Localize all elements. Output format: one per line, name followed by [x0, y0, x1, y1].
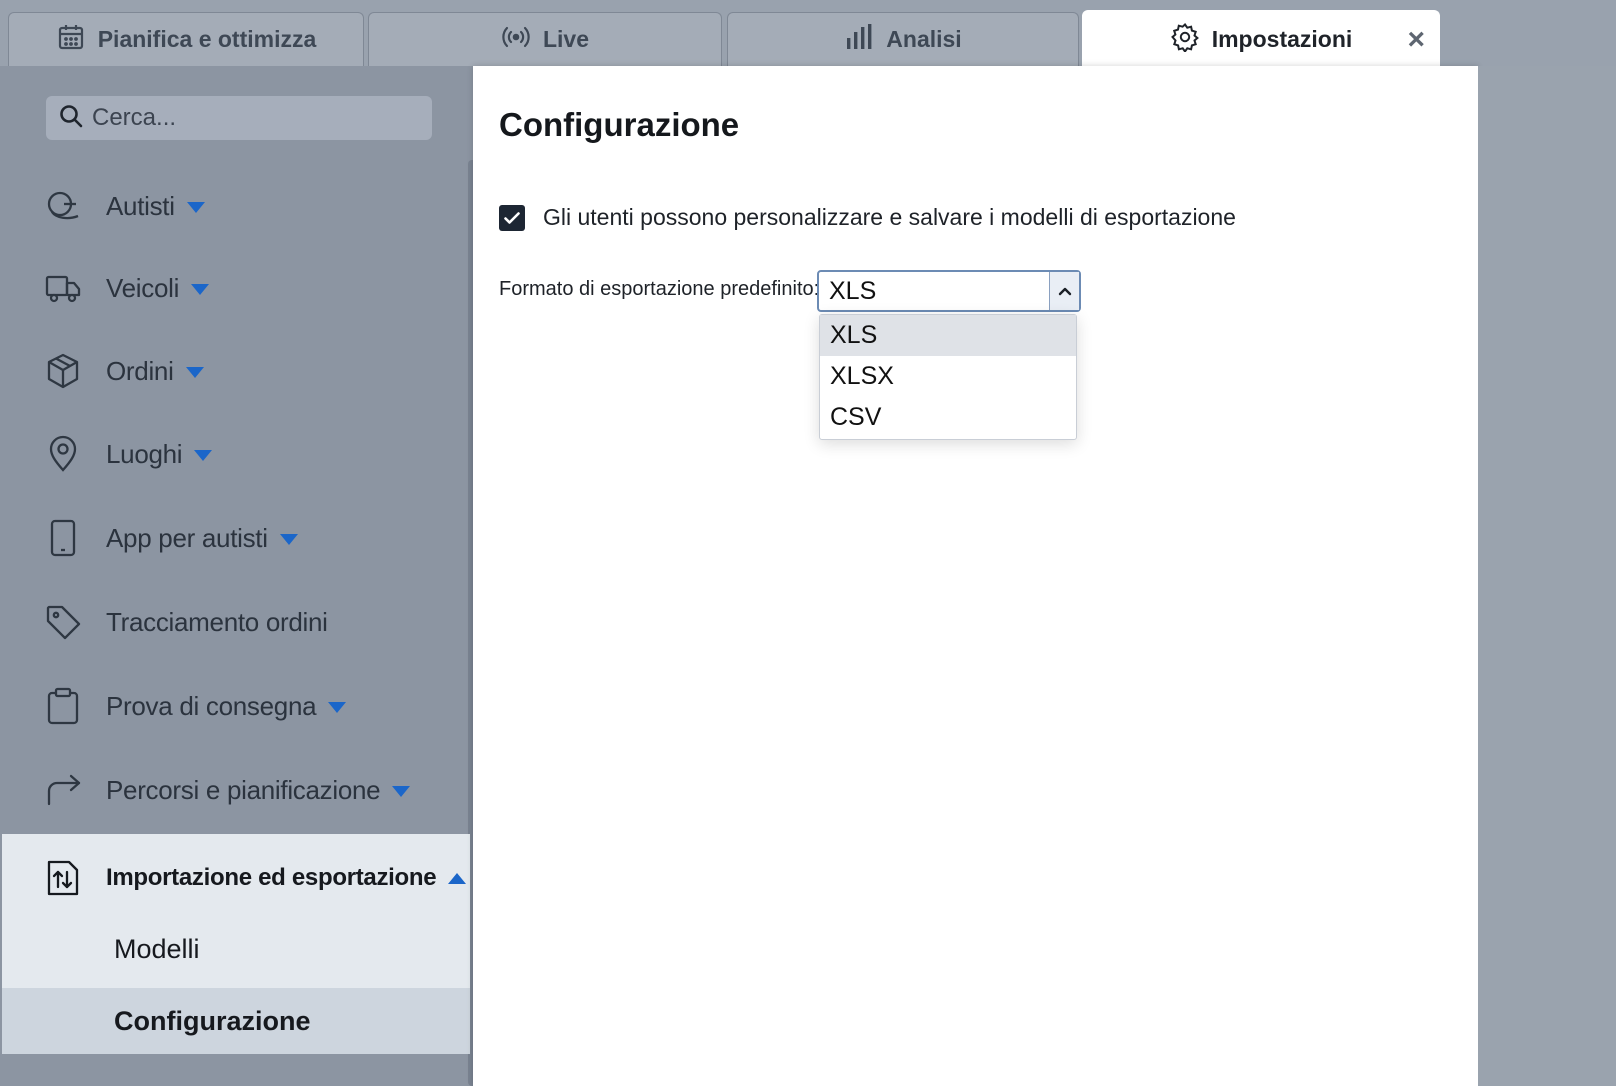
sidebar-item-label: Ordini [106, 355, 174, 386]
chevron-down-icon [185, 367, 204, 379]
export-format-label: Formato di esportazione predefinito: [499, 278, 820, 300]
sidebar-item-app-per-autisti[interactable]: App per autisti [0, 508, 470, 568]
sidebar-item-importazione-esportazione[interactable]: Importazione ed esportazione [0, 848, 470, 908]
custom-templates-option: Gli utenti possono personalizzare e salv… [499, 204, 1236, 231]
dropdown-option-csv[interactable]: CSV [820, 397, 1076, 438]
mobile-icon [44, 519, 82, 557]
sidebar-subitem-configurazione[interactable]: Configurazione [2, 988, 470, 1054]
broadcast-icon [501, 22, 531, 58]
tag-icon [44, 603, 82, 641]
chevron-up-icon [448, 873, 467, 885]
tab-label: Analisi [886, 26, 962, 52]
close-tab-button[interactable]: × [1407, 25, 1425, 55]
sidebar-item-label: App per autisti [106, 522, 268, 553]
calendar-icon [56, 22, 86, 58]
export-format-value: XLS [829, 276, 877, 305]
custom-templates-checkbox[interactable] [499, 204, 525, 231]
chevron-down-icon [328, 702, 347, 714]
sidebar-item-label: Percorsi e pianificazione [106, 774, 381, 805]
clipboard-icon [44, 687, 82, 725]
sidebar-item-label: Autisti [106, 190, 175, 221]
export-format-select[interactable]: XLS [817, 270, 1081, 312]
tab-label: Pianifica e ottimizza [97, 26, 317, 52]
page-title: Configurazione [499, 106, 740, 143]
sidebar-item-tracciamento-ordini[interactable]: Tracciamento ordini [0, 592, 470, 652]
background-area [1478, 66, 1616, 1086]
dropdown-toggle[interactable] [1049, 272, 1079, 310]
tab-label: Live [542, 26, 590, 52]
sidebar-item-label: Tracciamento ordini [106, 606, 328, 637]
sidebar-item-label: Importazione ed esportazione [106, 864, 437, 891]
sidebar-item-ordini[interactable]: Ordini [0, 341, 470, 401]
tab-label: Impostazioni [1211, 26, 1353, 52]
chevron-up-icon [1058, 287, 1071, 296]
chevron-down-icon [191, 284, 210, 296]
tab-bar: Pianifica e ottimizza Live Analisi Impos… [0, 0, 1616, 68]
tab-live[interactable]: Live [368, 12, 722, 66]
chevron-down-icon [392, 786, 411, 798]
sidebar-item-prova-di-consegna[interactable]: Prova di consegna [0, 676, 470, 736]
sidebar-item-luoghi[interactable]: Luoghi [0, 424, 470, 484]
sidebar-item-veicoli[interactable]: Veicoli [0, 258, 470, 318]
sidebar-subitem-modelli[interactable]: Modelli [2, 916, 470, 982]
package-icon [44, 352, 82, 390]
bar-chart-icon [844, 22, 874, 58]
sidebar-item-label: Luoghi [106, 438, 183, 469]
dropdown-option-xls[interactable]: XLS [820, 315, 1076, 356]
tab-analisi[interactable]: Analisi [727, 12, 1079, 66]
checkmark-icon [504, 211, 520, 224]
main-panel: Configurazione Gli utenti possono person… [473, 66, 1478, 1086]
gear-icon [1170, 22, 1200, 58]
checkbox-label: Gli utenti possono personalizzare e salv… [543, 204, 1236, 230]
tab-impostazioni[interactable]: Impostazioni × [1082, 10, 1440, 68]
search-icon [58, 103, 84, 134]
search-input[interactable] [92, 104, 412, 132]
sidebar-item-autisti[interactable]: Autisti [0, 176, 470, 236]
chevron-down-icon [279, 534, 298, 546]
sidebar-expanded-section: Importazione ed esportazione Modelli Con… [2, 834, 470, 1054]
search-box[interactable] [46, 96, 432, 140]
driver-icon [44, 187, 82, 225]
sidebar-item-label: Prova di consegna [106, 690, 317, 721]
sidebar-item-label: Veicoli [106, 272, 180, 303]
dropdown-option-xlsx[interactable]: XLSX [820, 356, 1076, 397]
route-arrow-icon [44, 771, 82, 809]
location-pin-icon [44, 435, 82, 473]
truck-icon [44, 269, 82, 307]
sidebar-item-percorsi[interactable]: Percorsi e pianificazione [0, 760, 470, 820]
chevron-down-icon [186, 202, 205, 214]
chevron-down-icon [194, 450, 213, 462]
tab-pianifica[interactable]: Pianifica e ottimizza [8, 12, 364, 66]
export-format-dropdown: XLS XLSX CSV [819, 314, 1077, 440]
import-export-icon [44, 859, 82, 897]
